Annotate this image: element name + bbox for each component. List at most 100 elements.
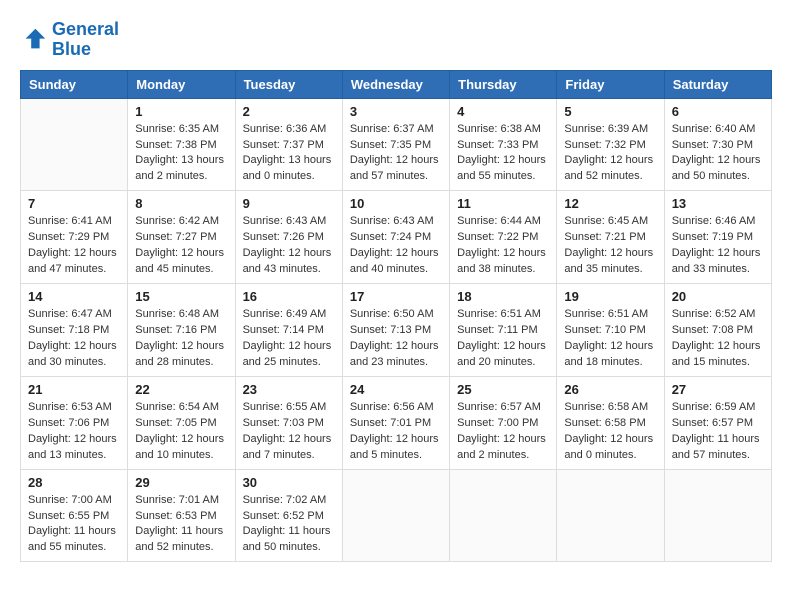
calendar-cell: 18 Sunrise: 6:51 AMSunset: 7:11 PMDaylig… [450, 284, 557, 377]
calendar-cell: 8 Sunrise: 6:42 AMSunset: 7:27 PMDayligh… [128, 191, 235, 284]
calendar-cell: 7 Sunrise: 6:41 AMSunset: 7:29 PMDayligh… [21, 191, 128, 284]
day-number: 1 [135, 104, 227, 119]
day-number: 20 [672, 289, 764, 304]
day-info: Sunrise: 6:57 AMSunset: 7:00 PMDaylight:… [457, 400, 549, 464]
day-info: Sunrise: 6:51 AMSunset: 7:10 PMDaylight:… [564, 307, 656, 371]
day-info: Sunrise: 6:42 AMSunset: 7:27 PMDaylight:… [135, 214, 227, 278]
day-number: 29 [135, 475, 227, 490]
day-info: Sunrise: 6:54 AMSunset: 7:05 PMDaylight:… [135, 400, 227, 464]
calendar-cell: 27 Sunrise: 6:59 AMSunset: 6:57 PMDaylig… [664, 376, 771, 469]
calendar-cell: 23 Sunrise: 6:55 AMSunset: 7:03 PMDaylig… [235, 376, 342, 469]
calendar-cell: 30 Sunrise: 7:02 AMSunset: 6:52 PMDaylig… [235, 469, 342, 562]
weekday-header: Sunday [21, 70, 128, 98]
calendar-header-row: SundayMondayTuesdayWednesdayThursdayFrid… [21, 70, 772, 98]
weekday-header: Monday [128, 70, 235, 98]
day-number: 24 [350, 382, 442, 397]
day-info: Sunrise: 6:53 AMSunset: 7:06 PMDaylight:… [28, 400, 120, 464]
day-info: Sunrise: 6:45 AMSunset: 7:21 PMDaylight:… [564, 214, 656, 278]
weekday-header: Wednesday [342, 70, 449, 98]
day-number: 5 [564, 104, 656, 119]
calendar-cell: 26 Sunrise: 6:58 AMSunset: 6:58 PMDaylig… [557, 376, 664, 469]
day-info: Sunrise: 7:02 AMSunset: 6:52 PMDaylight:… [243, 493, 335, 557]
day-number: 21 [28, 382, 120, 397]
day-info: Sunrise: 6:49 AMSunset: 7:14 PMDaylight:… [243, 307, 335, 371]
calendar-cell: 3 Sunrise: 6:37 AMSunset: 7:35 PMDayligh… [342, 98, 449, 191]
day-number: 18 [457, 289, 549, 304]
day-info: Sunrise: 6:48 AMSunset: 7:16 PMDaylight:… [135, 307, 227, 371]
calendar-cell: 28 Sunrise: 7:00 AMSunset: 6:55 PMDaylig… [21, 469, 128, 562]
calendar-cell: 21 Sunrise: 6:53 AMSunset: 7:06 PMDaylig… [21, 376, 128, 469]
calendar-week-row: 7 Sunrise: 6:41 AMSunset: 7:29 PMDayligh… [21, 191, 772, 284]
logo-icon [20, 26, 48, 54]
day-number: 10 [350, 196, 442, 211]
day-info: Sunrise: 6:41 AMSunset: 7:29 PMDaylight:… [28, 214, 120, 278]
weekday-header: Friday [557, 70, 664, 98]
calendar-cell: 15 Sunrise: 6:48 AMSunset: 7:16 PMDaylig… [128, 284, 235, 377]
calendar-cell [342, 469, 449, 562]
day-info: Sunrise: 6:50 AMSunset: 7:13 PMDaylight:… [350, 307, 442, 371]
day-number: 6 [672, 104, 764, 119]
calendar-cell: 6 Sunrise: 6:40 AMSunset: 7:30 PMDayligh… [664, 98, 771, 191]
day-number: 7 [28, 196, 120, 211]
day-info: Sunrise: 6:43 AMSunset: 7:24 PMDaylight:… [350, 214, 442, 278]
day-number: 30 [243, 475, 335, 490]
calendar-cell: 11 Sunrise: 6:44 AMSunset: 7:22 PMDaylig… [450, 191, 557, 284]
calendar-cell: 19 Sunrise: 6:51 AMSunset: 7:10 PMDaylig… [557, 284, 664, 377]
day-number: 25 [457, 382, 549, 397]
calendar-week-row: 14 Sunrise: 6:47 AMSunset: 7:18 PMDaylig… [21, 284, 772, 377]
calendar-week-row: 1 Sunrise: 6:35 AMSunset: 7:38 PMDayligh… [21, 98, 772, 191]
day-number: 2 [243, 104, 335, 119]
calendar-cell [557, 469, 664, 562]
day-info: Sunrise: 6:47 AMSunset: 7:18 PMDaylight:… [28, 307, 120, 371]
day-info: Sunrise: 6:37 AMSunset: 7:35 PMDaylight:… [350, 122, 442, 186]
calendar-cell: 9 Sunrise: 6:43 AMSunset: 7:26 PMDayligh… [235, 191, 342, 284]
day-number: 4 [457, 104, 549, 119]
day-number: 22 [135, 382, 227, 397]
day-info: Sunrise: 6:44 AMSunset: 7:22 PMDaylight:… [457, 214, 549, 278]
day-info: Sunrise: 6:40 AMSunset: 7:30 PMDaylight:… [672, 122, 764, 186]
day-info: Sunrise: 6:56 AMSunset: 7:01 PMDaylight:… [350, 400, 442, 464]
day-info: Sunrise: 6:51 AMSunset: 7:11 PMDaylight:… [457, 307, 549, 371]
day-info: Sunrise: 6:52 AMSunset: 7:08 PMDaylight:… [672, 307, 764, 371]
day-number: 11 [457, 196, 549, 211]
logo-text: General Blue [52, 20, 119, 60]
day-number: 14 [28, 289, 120, 304]
calendar-cell: 29 Sunrise: 7:01 AMSunset: 6:53 PMDaylig… [128, 469, 235, 562]
day-number: 17 [350, 289, 442, 304]
page-header: General Blue [20, 20, 772, 60]
day-info: Sunrise: 6:58 AMSunset: 6:58 PMDaylight:… [564, 400, 656, 464]
calendar-week-row: 28 Sunrise: 7:00 AMSunset: 6:55 PMDaylig… [21, 469, 772, 562]
calendar-cell: 13 Sunrise: 6:46 AMSunset: 7:19 PMDaylig… [664, 191, 771, 284]
calendar-cell: 4 Sunrise: 6:38 AMSunset: 7:33 PMDayligh… [450, 98, 557, 191]
calendar-cell: 16 Sunrise: 6:49 AMSunset: 7:14 PMDaylig… [235, 284, 342, 377]
calendar-cell: 22 Sunrise: 6:54 AMSunset: 7:05 PMDaylig… [128, 376, 235, 469]
weekday-header: Tuesday [235, 70, 342, 98]
day-number: 13 [672, 196, 764, 211]
day-number: 3 [350, 104, 442, 119]
day-number: 8 [135, 196, 227, 211]
day-number: 19 [564, 289, 656, 304]
calendar-week-row: 21 Sunrise: 6:53 AMSunset: 7:06 PMDaylig… [21, 376, 772, 469]
day-number: 23 [243, 382, 335, 397]
day-number: 27 [672, 382, 764, 397]
calendar-cell: 12 Sunrise: 6:45 AMSunset: 7:21 PMDaylig… [557, 191, 664, 284]
calendar-table: SundayMondayTuesdayWednesdayThursdayFrid… [20, 70, 772, 563]
calendar-cell: 24 Sunrise: 6:56 AMSunset: 7:01 PMDaylig… [342, 376, 449, 469]
calendar-cell: 10 Sunrise: 6:43 AMSunset: 7:24 PMDaylig… [342, 191, 449, 284]
calendar-cell: 20 Sunrise: 6:52 AMSunset: 7:08 PMDaylig… [664, 284, 771, 377]
calendar-cell: 2 Sunrise: 6:36 AMSunset: 7:37 PMDayligh… [235, 98, 342, 191]
day-number: 12 [564, 196, 656, 211]
day-number: 15 [135, 289, 227, 304]
day-number: 26 [564, 382, 656, 397]
day-info: Sunrise: 6:59 AMSunset: 6:57 PMDaylight:… [672, 400, 764, 464]
calendar-cell [450, 469, 557, 562]
weekday-header: Thursday [450, 70, 557, 98]
calendar-cell: 25 Sunrise: 6:57 AMSunset: 7:00 PMDaylig… [450, 376, 557, 469]
calendar-cell [664, 469, 771, 562]
day-number: 16 [243, 289, 335, 304]
day-info: Sunrise: 6:39 AMSunset: 7:32 PMDaylight:… [564, 122, 656, 186]
day-number: 9 [243, 196, 335, 211]
calendar-cell [21, 98, 128, 191]
day-info: Sunrise: 6:36 AMSunset: 7:37 PMDaylight:… [243, 122, 335, 186]
calendar-cell: 14 Sunrise: 6:47 AMSunset: 7:18 PMDaylig… [21, 284, 128, 377]
